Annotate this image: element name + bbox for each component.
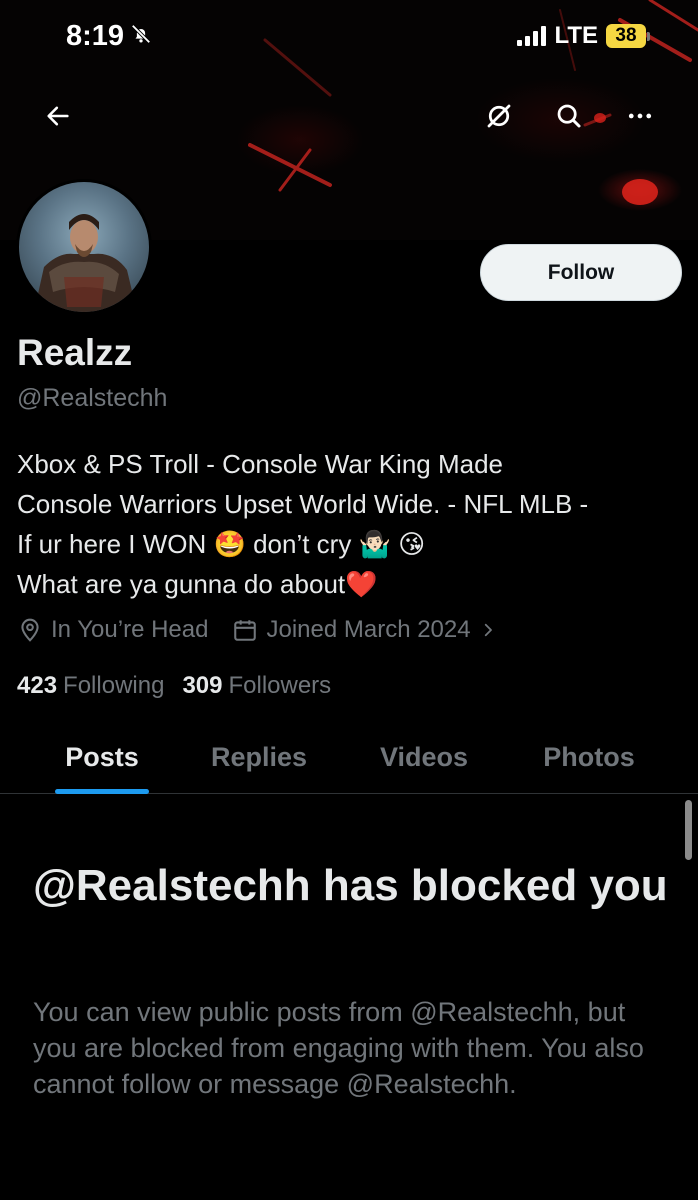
tab-videos[interactable]: Videos: [314, 720, 534, 794]
joined-text: Joined March 2024: [266, 616, 471, 643]
tab-posts[interactable]: Posts: [0, 720, 204, 794]
blocked-title: @Realstechh has blocked you: [33, 861, 668, 910]
eye-slash-icon: [487, 104, 511, 128]
blocked-message: You can view public posts from @Realstec…: [33, 997, 644, 1099]
arrow-left-icon: [47, 106, 69, 126]
joined-date[interactable]: Joined March 2024: [232, 616, 496, 644]
tab-label: Photos: [543, 741, 635, 772]
avatar-image: [34, 214, 137, 312]
follow-stats: 423 Following 309 Followers: [17, 672, 331, 700]
tab-label: Videos: [379, 741, 469, 772]
bio-line: Xbox & PS Troll - Console War King Made: [17, 449, 504, 479]
scrollbar[interactable]: [685, 800, 692, 860]
handle: @Realstechh: [17, 384, 168, 412]
bio-line: What are ya gunna do about❤️: [17, 569, 378, 599]
following-count: 423: [17, 672, 58, 699]
profile-meta: In You’re Head Joined March 2024: [17, 616, 497, 644]
battery-icon: 38: [606, 24, 650, 48]
location-text: In You’re Head: [51, 616, 209, 643]
search-button[interactable]: [547, 94, 591, 138]
followers-label: Followers: [228, 672, 332, 699]
following-label: Following: [63, 672, 165, 699]
block-indicator-button[interactable]: [477, 94, 521, 138]
bell-slash-icon: [130, 20, 152, 53]
more-button[interactable]: [618, 94, 662, 138]
search-icon: [557, 104, 581, 128]
active-tab-indicator: [55, 789, 149, 794]
more-icon: [628, 113, 652, 119]
status-time: 8:19: [66, 20, 152, 53]
tab-label: Replies: [210, 741, 308, 772]
signal-icon: [517, 26, 547, 46]
location-pin-icon: [21, 618, 39, 642]
status-time-text: 8:19: [66, 20, 125, 52]
battery-level: 38: [606, 24, 646, 48]
bio: Xbox & PS Troll - Console War King Made …: [17, 444, 687, 604]
display-name: Realzz: [17, 332, 133, 373]
network-label: LTE: [554, 22, 598, 49]
tab-replies[interactable]: Replies: [204, 720, 314, 794]
tab-photos[interactable]: Photos: [534, 720, 644, 794]
bio-line: Console Warriors Upset World Wide. - NFL…: [17, 489, 589, 519]
bio-line: If ur here I WON 🤩 don’t cry 🤷🏻‍♂️ 😘: [17, 529, 426, 559]
avatar[interactable]: [16, 179, 152, 315]
back-button[interactable]: [36, 94, 80, 138]
location: In You’re Head: [17, 616, 208, 644]
status-indicators: LTE 38: [517, 22, 650, 50]
following-link[interactable]: 423 Following: [17, 672, 164, 700]
calendar-icon: [234, 620, 257, 641]
followers-count: 309: [182, 672, 223, 699]
profile-tabs: Posts Replies Videos Photos: [0, 720, 698, 794]
tab-label: Posts: [65, 741, 139, 772]
chevron-right-icon: [484, 623, 492, 637]
followers-link[interactable]: 309 Followers: [182, 672, 331, 700]
follow-button[interactable]: Follow: [480, 244, 682, 301]
